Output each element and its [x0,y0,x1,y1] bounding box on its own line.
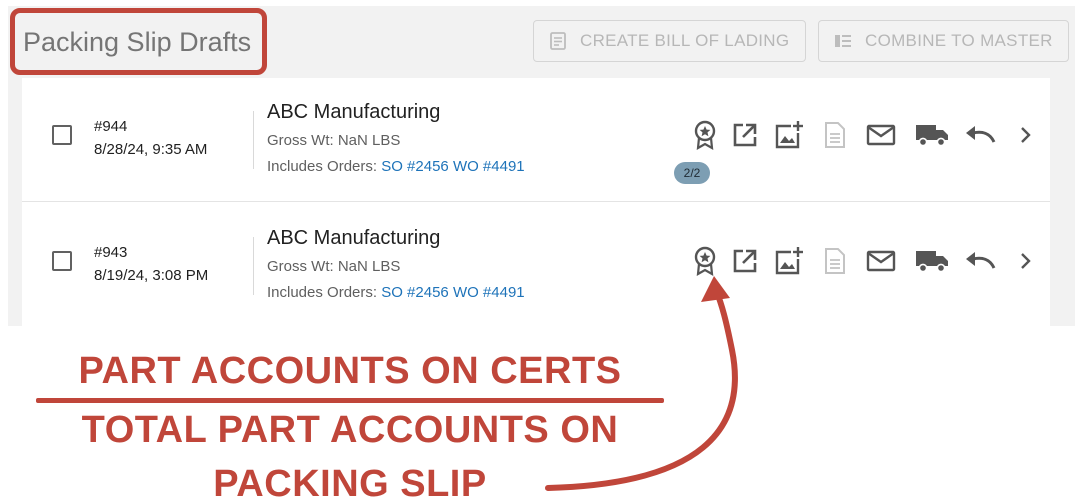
annotation-numerator: PART ACCOUNTS ON CERTS [78,350,622,392]
fraction-line [36,398,664,403]
annotation-denominator-line2: PACKING SLIP [213,463,487,503]
annotation-denominator-line1: TOTAL PART ACCOUNTS ON [81,409,619,451]
